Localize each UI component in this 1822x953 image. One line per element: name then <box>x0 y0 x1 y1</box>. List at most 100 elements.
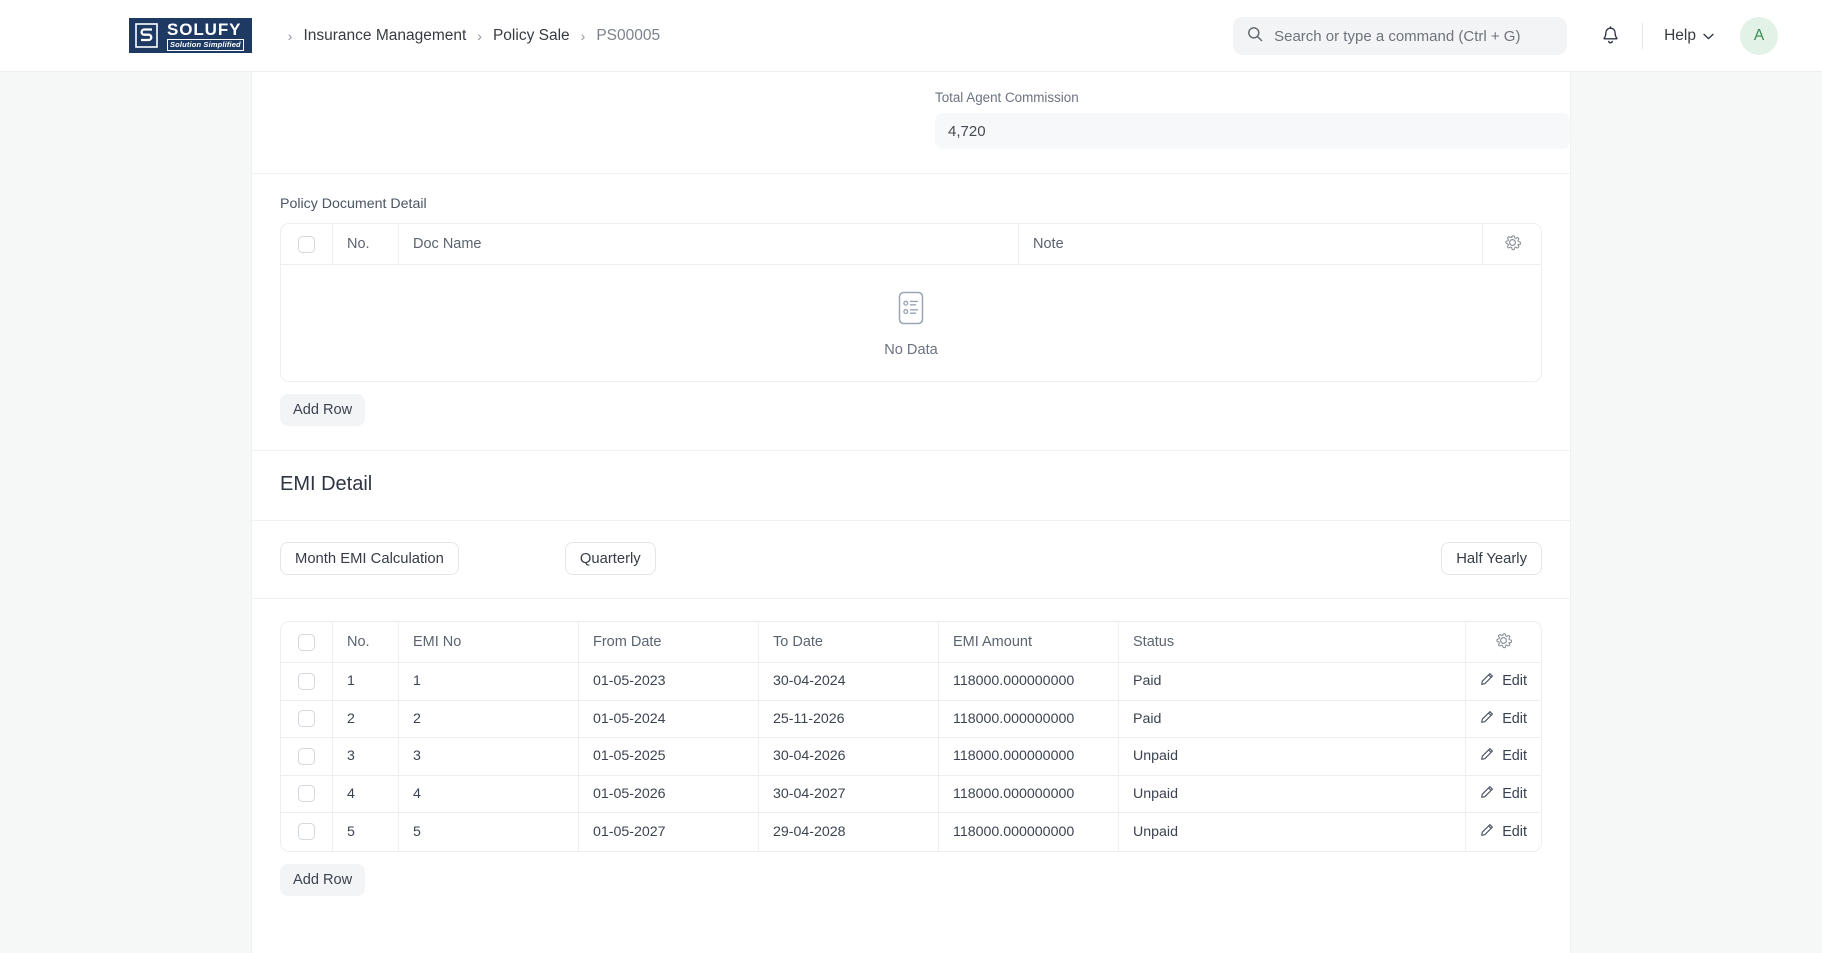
cell-from-date[interactable]: 01-05-2026 <box>579 775 759 813</box>
select-all-header <box>281 224 333 265</box>
no-data-label: No Data <box>884 342 938 358</box>
add-row-button-policy-document[interactable]: Add Row <box>280 394 366 426</box>
quarterly-button[interactable]: Quarterly <box>564 542 656 575</box>
table-row[interactable]: 2 2 01-05-2024 25-11-2026 118000.000000000 Pa… <box>281 700 1541 738</box>
cell-to-date[interactable]: 25-11-2026 <box>759 700 939 738</box>
cell-status[interactable]: Paid <box>1119 663 1467 701</box>
cell-to-date[interactable]: 30-04-2027 <box>759 775 939 813</box>
add-row-button-emi[interactable]: Add Row <box>280 863 366 896</box>
policy-document-detail-section: Policy Document Detail No. Doc Name Note <box>252 174 1570 451</box>
cell-emi-amount[interactable]: 118000.000000000 <box>939 738 1119 776</box>
select-all-header <box>281 622 333 663</box>
column-header-no[interactable]: No. <box>333 622 399 663</box>
row-checkbox[interactable] <box>298 710 315 728</box>
avatar[interactable]: A <box>1740 17 1778 55</box>
column-header-to-date[interactable]: To Date <box>759 622 939 663</box>
cell-emi-no[interactable]: 4 <box>399 775 579 813</box>
row-checkbox[interactable] <box>298 823 315 841</box>
cell-no: 3 <box>333 738 399 776</box>
breadcrumb-separator: › <box>580 27 586 44</box>
table-row[interactable]: 5 5 01-05-2027 29-04-2028 118000.000000000 Un… <box>281 813 1541 851</box>
gear-icon[interactable] <box>1495 632 1513 649</box>
row-checkbox[interactable] <box>298 747 315 765</box>
cell-emi-no[interactable]: 1 <box>399 663 579 701</box>
table-row[interactable]: 3 3 01-05-2025 30-04-2026 118000.000000000 Un… <box>281 738 1541 776</box>
cell-emi-no[interactable]: 5 <box>399 813 579 851</box>
cell-no: 4 <box>333 775 399 813</box>
pencil-icon <box>1480 672 1494 690</box>
pencil-icon <box>1480 710 1494 728</box>
emi-detail-title: EMI Detail <box>280 473 373 495</box>
column-header-no[interactable]: No. <box>333 224 399 265</box>
brand-logo[interactable]: SOLUFY Solution Simplified <box>129 18 252 53</box>
row-select-cell <box>281 738 333 776</box>
edit-label: Edit <box>1502 748 1527 765</box>
column-settings-header <box>1483 224 1541 265</box>
emi-table-body: 1 1 01-05-2023 30-04-2024 118000.000000000 Pa… <box>281 663 1541 851</box>
edit-row-button[interactable]: Edit <box>1480 785 1527 803</box>
cell-status[interactable]: Unpaid <box>1119 738 1467 776</box>
table-row[interactable]: 1 1 01-05-2023 30-04-2024 118000.000000000 Pa… <box>281 663 1541 701</box>
column-settings-header <box>1466 622 1541 663</box>
edit-row-button[interactable]: Edit <box>1480 823 1527 841</box>
search-input[interactable] <box>1274 27 1554 45</box>
column-header-status[interactable]: Status <box>1119 622 1467 663</box>
cell-to-date[interactable]: 29-04-2028 <box>759 813 939 851</box>
cell-emi-amount[interactable]: 118000.000000000 <box>939 813 1119 851</box>
emi-detail-table: No. EMI No From Date To Date EMI Amount … <box>280 621 1542 852</box>
cell-edit: Edit <box>1466 663 1541 701</box>
cell-edit: Edit <box>1466 701 1541 738</box>
avatar-initial: A <box>1753 27 1765 44</box>
commission-left-spacer <box>252 90 911 149</box>
breadcrumb-item-insurance-management[interactable]: Insurance Management <box>303 27 466 45</box>
cell-emi-no[interactable]: 2 <box>399 700 579 738</box>
cell-from-date[interactable]: 01-05-2023 <box>579 663 759 701</box>
cell-emi-amount[interactable]: 118000.000000000 <box>939 700 1119 738</box>
month-emi-calculation-button[interactable]: Month EMI Calculation <box>280 542 459 575</box>
commission-section: Total Agent Commission 4,720 <box>252 72 1570 174</box>
row-select-cell <box>281 700 333 738</box>
cell-status[interactable]: Unpaid <box>1119 775 1467 813</box>
row-checkbox[interactable] <box>298 672 315 690</box>
empty-state-row: No Data <box>281 265 1541 381</box>
half-yearly-button[interactable]: Half Yearly <box>1441 542 1542 575</box>
breadcrumb-item-policy-sale[interactable]: Policy Sale <box>493 27 570 45</box>
help-menu[interactable]: Help <box>1664 27 1714 45</box>
notification-bell-icon[interactable] <box>1601 26 1620 46</box>
cell-to-date[interactable]: 30-04-2026 <box>759 738 939 776</box>
cell-from-date[interactable]: 01-05-2027 <box>579 813 759 851</box>
breadcrumb-separator: › <box>477 27 482 44</box>
breadcrumb: › Insurance Management › Policy Sale › P… <box>277 27 660 45</box>
column-header-emi-amount[interactable]: EMI Amount <box>939 622 1119 663</box>
cell-emi-amount[interactable]: 118000.000000000 <box>939 663 1119 701</box>
global-search[interactable] <box>1233 17 1568 55</box>
pencil-icon <box>1480 785 1494 803</box>
empty-state-cell: No Data <box>281 265 1541 381</box>
column-header-note[interactable]: Note <box>1019 224 1483 265</box>
table-row[interactable]: 4 4 01-05-2026 30-04-2027 118000.000000000 Un… <box>281 775 1541 813</box>
cell-to-date[interactable]: 30-04-2024 <box>759 663 939 701</box>
cell-status[interactable]: Paid <box>1119 700 1467 738</box>
policy-document-detail-title: Policy Document Detail <box>280 196 427 212</box>
gear-icon[interactable] <box>1504 234 1521 251</box>
edit-row-button[interactable]: Edit <box>1480 747 1527 765</box>
column-header-emi-no[interactable]: EMI No <box>399 622 579 663</box>
row-select-cell <box>281 813 333 851</box>
column-header-from-date[interactable]: From Date <box>579 622 759 663</box>
select-all-checkbox[interactable] <box>298 235 315 253</box>
edit-row-button[interactable]: Edit <box>1480 672 1527 690</box>
cell-from-date[interactable]: 01-05-2025 <box>579 738 759 776</box>
select-all-checkbox[interactable] <box>298 633 315 651</box>
column-header-doc-name[interactable]: Doc Name <box>399 224 1019 265</box>
cell-from-date[interactable]: 01-05-2024 <box>579 700 759 738</box>
solufy-s-mark-icon <box>130 19 163 52</box>
brand-name: SOLUFY <box>167 19 242 39</box>
cell-status[interactable]: Unpaid <box>1119 813 1467 851</box>
cell-edit: Edit <box>1466 813 1541 851</box>
cell-emi-amount[interactable]: 118000.000000000 <box>939 775 1119 813</box>
row-checkbox[interactable] <box>298 785 315 803</box>
cell-edit: Edit <box>1466 738 1541 776</box>
top-navbar: SOLUFY Solution Simplified › Insurance M… <box>0 0 1822 72</box>
edit-row-button[interactable]: Edit <box>1480 710 1527 728</box>
cell-emi-no[interactable]: 3 <box>399 738 579 776</box>
